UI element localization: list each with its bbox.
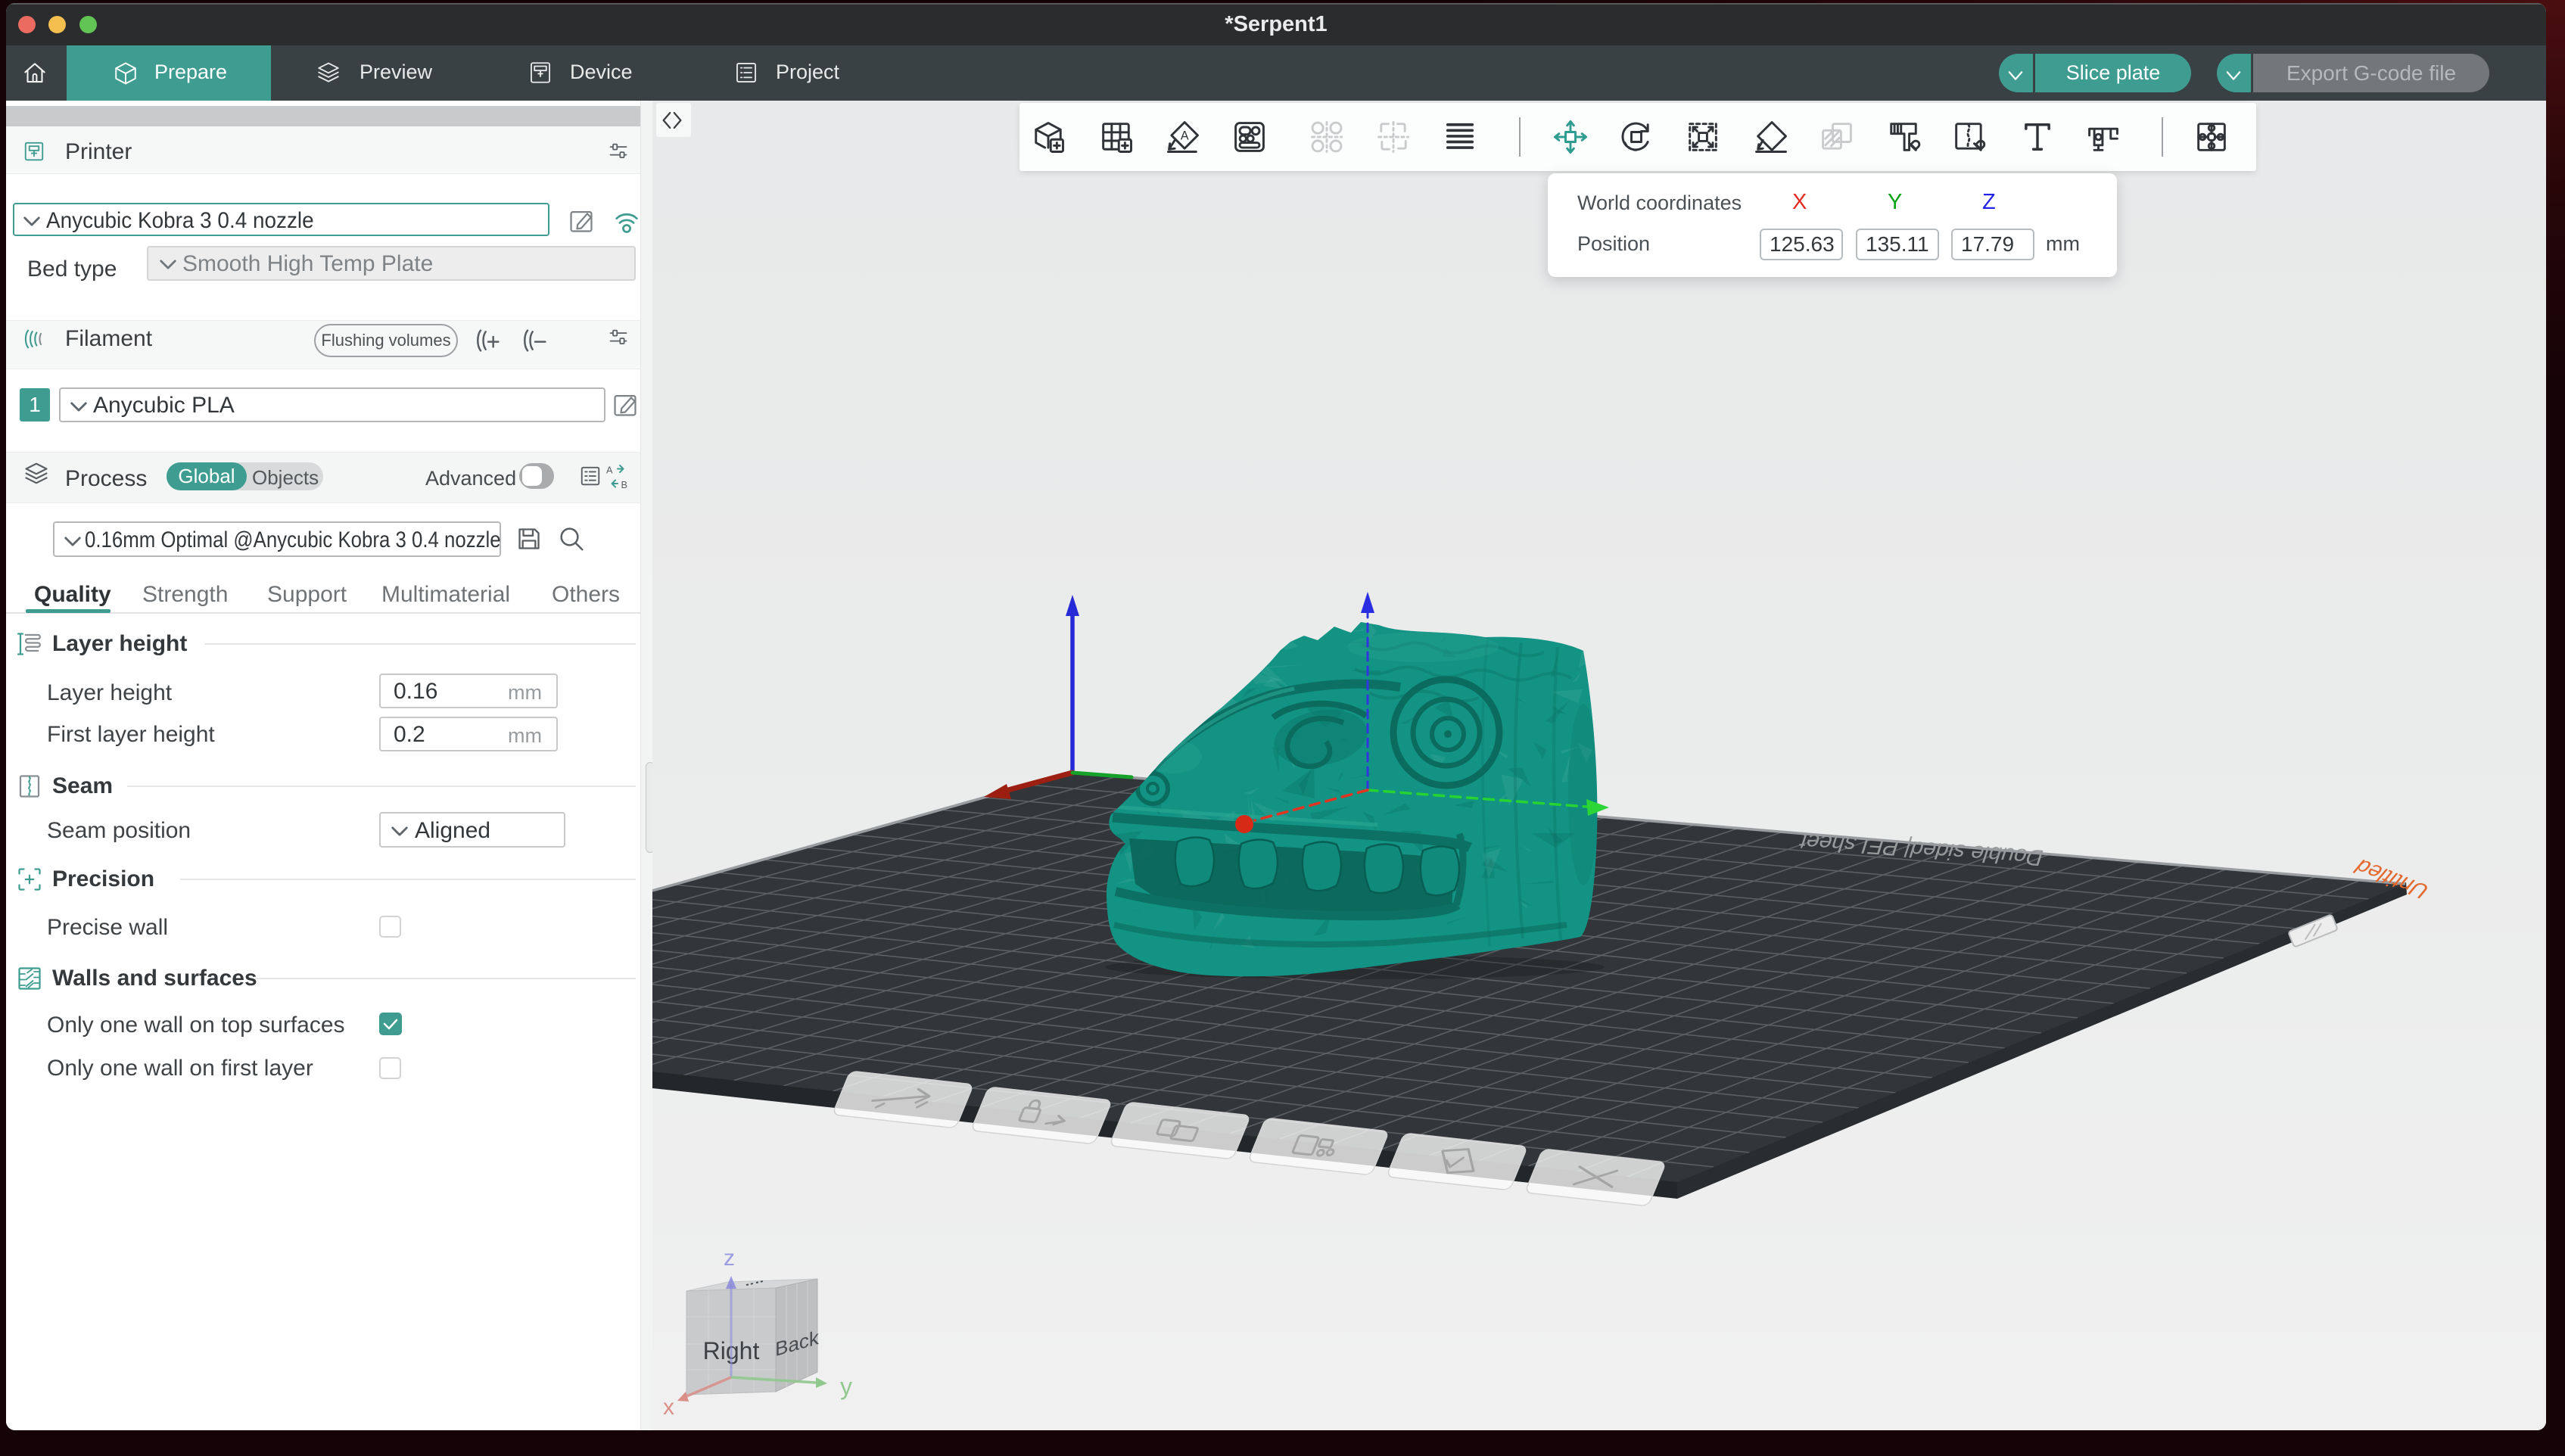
svg-text:x: x xyxy=(663,1395,674,1420)
svg-text:B: B xyxy=(621,479,628,490)
svg-text:A: A xyxy=(1181,129,1189,142)
svg-text:A: A xyxy=(606,465,613,476)
svg-text:y: y xyxy=(840,1373,852,1400)
svg-text:z: z xyxy=(724,1246,735,1271)
